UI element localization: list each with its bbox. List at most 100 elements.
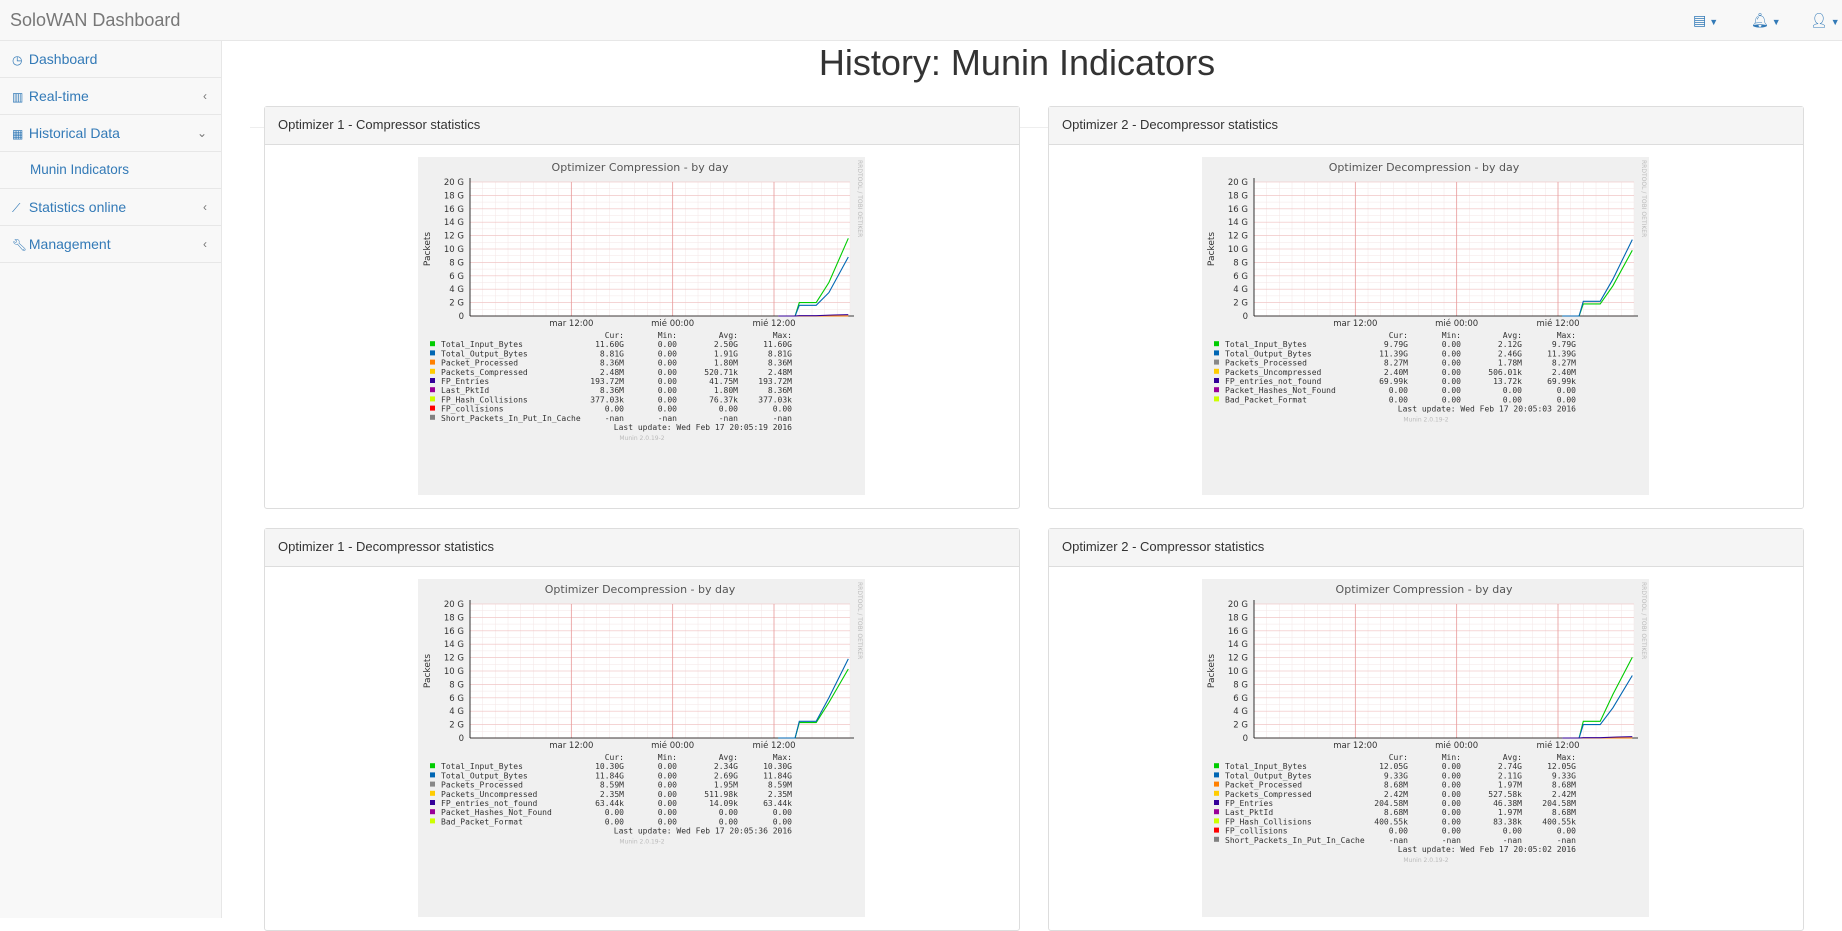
- legend-header: Avg:: [1503, 331, 1522, 340]
- legend-series-name: Packets_Compressed: [441, 368, 528, 377]
- sidebar-item-label: Munin Indicators: [30, 162, 129, 177]
- legend-header: Avg:: [719, 331, 738, 340]
- legend-value-max: 8.36M: [768, 359, 792, 368]
- legend-header: Max:: [1557, 753, 1576, 762]
- panel-heading: Optimizer 2 - Decompressor statistics: [1049, 107, 1803, 145]
- legend-value-min: 0.00: [1442, 790, 1461, 799]
- chart-side-label: RRDTOOL / TOBI OETIKER: [1640, 582, 1647, 659]
- legend-value-avg: 41.75M: [709, 377, 738, 386]
- legend-value-max: 8.59M: [768, 781, 792, 790]
- y-tick-label: 16 G: [1228, 205, 1248, 215]
- y-tick-label: 0: [1243, 734, 1248, 744]
- chevron-down-icon: ▼: [1709, 17, 1718, 27]
- legend-value-cur: 11.84G: [595, 771, 624, 780]
- legend-swatch: [430, 791, 435, 796]
- legend-value-max: 2.35M: [768, 790, 792, 799]
- sidebar-item-real-time[interactable]: ▥ Real-time ‹: [0, 78, 221, 115]
- legend-value-cur: 8.59M: [600, 781, 624, 790]
- legend-value-max: 11.84G: [763, 771, 792, 780]
- user-menu-toggle[interactable]: 👤︎▼: [1810, 12, 1840, 29]
- chart-title: Optimizer Compression - by day: [1336, 583, 1513, 596]
- legend-value-avg: 1.78M: [1498, 359, 1522, 368]
- legend-series-name: Last_PktId: [1225, 808, 1273, 817]
- chevron-down-icon: ▼: [1831, 17, 1840, 27]
- legend-swatch: [1214, 809, 1219, 814]
- legend-series-name: Short_Packets_In_Put_In_Cache: [441, 414, 581, 423]
- legend-swatch: [430, 378, 435, 383]
- legend-value-min: 0.00: [658, 368, 677, 377]
- munin-chart: Optimizer Compression - by day RRDTOOL / …: [1202, 579, 1649, 917]
- legend-value-min: 0.00: [658, 817, 677, 826]
- legend-value-min: 0.00: [1442, 368, 1461, 377]
- y-tick-label: 2 G: [1233, 721, 1248, 731]
- y-tick-label: 20 G: [1228, 178, 1248, 188]
- legend-value-min: 0.00: [658, 799, 677, 808]
- legend-value-min: 0.00: [1442, 762, 1461, 771]
- legend-series-name: Packets_Processed: [441, 781, 523, 790]
- legend-value-avg: -nan: [1503, 836, 1522, 845]
- legend-series-name: Total_Output_Bytes: [1225, 349, 1312, 358]
- legend-series-name: FP_entries_not_found: [1225, 377, 1322, 386]
- sidebar-item-statistics-online[interactable]: ⟋ Statistics online ‹: [0, 189, 221, 226]
- legend-series-name: Total_Input_Bytes: [441, 340, 523, 349]
- y-tick-label: 2 G: [449, 721, 464, 731]
- legend-value-cur: 8.81G: [600, 349, 624, 358]
- legend-swatch: [430, 818, 435, 823]
- legend-value-avg: 1.97M: [1498, 808, 1522, 817]
- y-tick-label: 10 G: [1228, 245, 1248, 255]
- panel-optimizer1-decompressor: Optimizer 1 - Decompressor statistics Op…: [264, 528, 1020, 931]
- bar-chart-icon: ▥: [12, 79, 25, 115]
- legend-value-max: 2.42M: [1552, 790, 1576, 799]
- legend-value-cur: 8.36M: [600, 386, 624, 395]
- chart-title: Optimizer Decompression - by day: [1329, 161, 1520, 174]
- table-menu-toggle[interactable]: ▤▼: [1693, 12, 1718, 29]
- legend-swatch: [430, 350, 435, 355]
- alerts-menu-toggle[interactable]: 🔔︎▼: [1751, 12, 1781, 29]
- legend-value-min: 0.00: [658, 377, 677, 386]
- legend-header: Cur:: [605, 331, 624, 340]
- legend-value-min: 0.00: [658, 405, 677, 414]
- legend-value-cur: -nan: [1389, 836, 1408, 845]
- munin-version: Munin 2.0.19-2: [1403, 857, 1448, 864]
- legend-value-cur: 63.44k: [595, 799, 624, 808]
- sidebar-item-dashboard[interactable]: ◷ Dashboard: [0, 41, 221, 78]
- munin-version: Munin 2.0.19-2: [619, 435, 664, 442]
- sidebar-item-label: Statistics online: [29, 199, 126, 215]
- legend-value-min: 0.00: [1442, 340, 1461, 349]
- legend-value-max: 400.55k: [1542, 817, 1576, 826]
- sidebar-item-munin-indicators[interactable]: Munin Indicators: [0, 152, 221, 189]
- legend-value-avg: 14.09k: [709, 799, 738, 808]
- legend-series-name: FP_Entries: [441, 377, 489, 386]
- legend-swatch: [1214, 378, 1219, 383]
- legend-value-cur: -nan: [605, 414, 624, 423]
- legend-value-max: 8.68M: [1552, 808, 1576, 817]
- x-tick-label: mié 00:00: [1435, 740, 1478, 751]
- dashboard-icon: ◷: [12, 42, 25, 78]
- legend-value-cur: 69.99k: [1379, 377, 1408, 386]
- legend-value-max: 2.40M: [1552, 368, 1576, 377]
- y-tick-label: 16 G: [444, 627, 464, 637]
- chevron-down-icon: ⌄: [197, 115, 207, 151]
- legend-value-cur: 9.33G: [1384, 771, 1408, 780]
- sidebar-item-label: Real-time: [29, 88, 89, 104]
- legend-swatch: [1214, 396, 1219, 401]
- page-title: History: Munin Indicators: [222, 41, 1812, 83]
- sidebar-item-historical-data[interactable]: ▦ Historical Data ⌄: [0, 115, 221, 152]
- legend-series-name: Packets_Compressed: [1225, 790, 1312, 799]
- legend-value-max: 8.27M: [1552, 359, 1576, 368]
- legend-value-min: 0.00: [1442, 799, 1461, 808]
- y-axis-label: Packets: [1207, 654, 1217, 688]
- bell-icon: 🔔︎: [1751, 12, 1769, 28]
- legend-series-name: Total_Output_Bytes: [441, 771, 528, 780]
- legend-value-avg: 0.00: [1503, 386, 1522, 395]
- legend-value-avg: 2.34G: [714, 762, 738, 771]
- legend-series-name: FP_collisions: [441, 405, 504, 414]
- legend-value-max: 204.58M: [1542, 799, 1576, 808]
- top-navbar: SoloWAN Dashboard ▤▼ 🔔︎▼ 👤︎▼: [0, 0, 1842, 41]
- legend-series-name: FP_collisions: [1225, 827, 1288, 836]
- munin-chart: Optimizer Decompression - by dayRRDTOOL …: [1202, 157, 1649, 495]
- y-tick-label: 0: [459, 312, 464, 322]
- brand[interactable]: SoloWAN Dashboard: [10, 10, 180, 31]
- legend-value-cur: 2.40M: [1384, 368, 1408, 377]
- sidebar-item-management[interactable]: 🔧︎ Management ‹: [0, 226, 221, 263]
